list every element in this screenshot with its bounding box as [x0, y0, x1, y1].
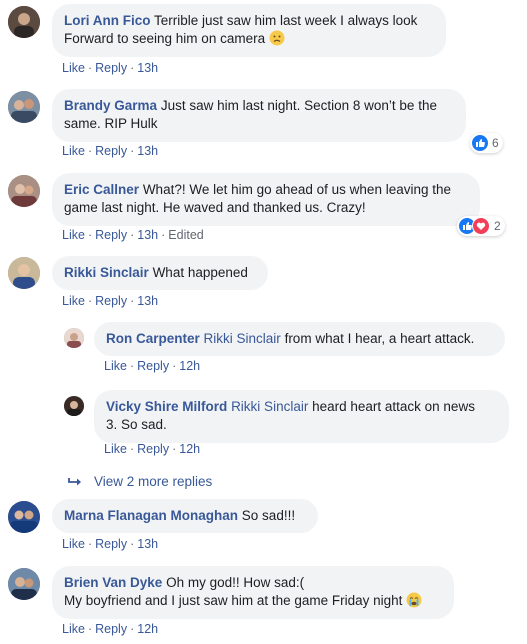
view-more-replies-label[interactable]: View 2 more replies — [94, 474, 212, 489]
reply-bubble: Ron Carpenter Rikki Sinclair from what I… — [94, 322, 505, 356]
comment-bubble: Brandy Garma Just saw him last night. Se… — [52, 89, 466, 142]
timestamp[interactable]: 12h — [137, 622, 158, 636]
like-link[interactable]: Like — [62, 294, 85, 308]
comment-bubble: Marna Flanagan Monaghan So sad!!! — [52, 499, 318, 533]
avatar[interactable] — [8, 501, 40, 533]
reply-bubble: Vicky Shire Milford Rikki Sinclair heard… — [94, 390, 509, 443]
love-reaction-icon — [472, 217, 490, 235]
reaction-summary[interactable]: 6 — [470, 133, 503, 153]
comment-bubble: Lori Ann Fico Terrible just saw him last… — [52, 4, 446, 57]
comment-text: same. RIP Hulk — [64, 116, 158, 131]
reply-link[interactable]: Reply — [95, 144, 127, 158]
reply-link[interactable]: Reply — [95, 294, 127, 308]
timestamp[interactable]: 13h — [137, 294, 158, 308]
comment-text: What?! We let him go ahead of us when le… — [142, 182, 451, 197]
avatar[interactable] — [8, 175, 40, 207]
timestamp[interactable]: 13h — [137, 537, 158, 551]
comment-text: What happened — [152, 265, 248, 280]
avatar[interactable] — [8, 91, 40, 123]
like-link[interactable]: Like — [62, 228, 85, 242]
comment-actions: Like · Reply · 13h — [62, 294, 159, 308]
reply-actions: Like · Reply · 12h — [104, 442, 201, 456]
comment-actions: Like · Reply · 12h — [62, 622, 159, 636]
crying-face-icon — [406, 592, 422, 608]
comment-author[interactable]: Marna Flanagan Monaghan — [64, 508, 238, 523]
comment-author[interactable]: Brien Van Dyke — [64, 575, 162, 590]
reply-actions: Like · Reply · 12h — [104, 359, 201, 373]
sad-face-icon — [269, 30, 285, 46]
like-link[interactable]: Like — [104, 359, 127, 373]
reply-arrow-icon — [68, 477, 81, 485]
timestamp[interactable]: 13h — [137, 228, 158, 242]
avatar[interactable] — [8, 568, 40, 600]
like-link[interactable]: Like — [62, 144, 85, 158]
reply-text: 3. So sad. — [106, 417, 167, 432]
reaction-count: 2 — [494, 219, 501, 233]
comment-author[interactable]: Rikki Sinclair — [64, 265, 149, 280]
comment-bubble: Brien Van Dyke Oh my god!! How sad:( My … — [52, 566, 454, 619]
reply-author[interactable]: Vicky Shire Milford — [106, 399, 227, 414]
view-more-replies-link[interactable]: View 2 more replies — [68, 474, 212, 489]
reaction-summary[interactable]: 2 — [457, 216, 505, 236]
reply-link[interactable]: Reply — [95, 537, 127, 551]
reaction-count: 6 — [492, 136, 499, 150]
avatar[interactable] — [8, 257, 40, 289]
mention-link[interactable]: Rikki Sinclair — [204, 331, 281, 346]
comment-actions: Like · Reply · 13h · Edited — [62, 228, 204, 242]
comment-bubble: Eric Callner What?! We let him go ahead … — [52, 173, 480, 226]
comment-text: So sad!!! — [241, 508, 296, 523]
comment-actions: Like · Reply · 13h — [62, 61, 159, 75]
comment-author[interactable]: Brandy Garma — [64, 98, 157, 113]
comment-actions: Like · Reply · 13h — [62, 537, 159, 551]
timestamp[interactable]: 13h — [137, 144, 158, 158]
like-link[interactable]: Like — [62, 537, 85, 551]
reply-link[interactable]: Reply — [137, 442, 169, 456]
like-link[interactable]: Like — [104, 442, 127, 456]
timestamp[interactable]: 12h — [179, 442, 200, 456]
comment-text: Terrible just saw him last week I always… — [154, 13, 418, 28]
comment-text: Just saw him last night. Section 8 won’t… — [160, 98, 437, 113]
avatar[interactable] — [64, 396, 84, 416]
reply-text: from what I hear, a heart attack. — [284, 331, 475, 346]
timestamp[interactable]: 13h — [137, 61, 158, 75]
comment-text: My boyfriend and I just saw him at the g… — [64, 593, 403, 608]
avatar[interactable] — [64, 328, 84, 348]
reply-text: heard heart attack on news — [312, 399, 475, 414]
reply-author[interactable]: Ron Carpenter — [106, 331, 200, 346]
comment-text: game last night. He waved and thanked us… — [64, 200, 366, 215]
timestamp[interactable]: 12h — [179, 359, 200, 373]
comment-bubble: Rikki Sinclair What happened — [52, 256, 268, 290]
like-link[interactable]: Like — [62, 622, 85, 636]
comment-author[interactable]: Lori Ann Fico — [64, 13, 151, 28]
reply-link[interactable]: Reply — [95, 622, 127, 636]
comment-actions: Like · Reply · 13h — [62, 144, 159, 158]
reply-link[interactable]: Reply — [95, 228, 127, 242]
like-link[interactable]: Like — [62, 61, 85, 75]
reply-link[interactable]: Reply — [95, 61, 127, 75]
comment-text: Forward to seeing him on camera — [64, 31, 266, 46]
reply-link[interactable]: Reply — [137, 359, 169, 373]
mention-link[interactable]: Rikki Sinclair — [231, 399, 308, 414]
avatar[interactable] — [8, 6, 40, 38]
like-reaction-icon — [472, 135, 488, 151]
comment-author[interactable]: Eric Callner — [64, 182, 139, 197]
edited-label[interactable]: Edited — [168, 228, 203, 242]
comment-text: Oh my god!! How sad:( — [166, 575, 305, 590]
